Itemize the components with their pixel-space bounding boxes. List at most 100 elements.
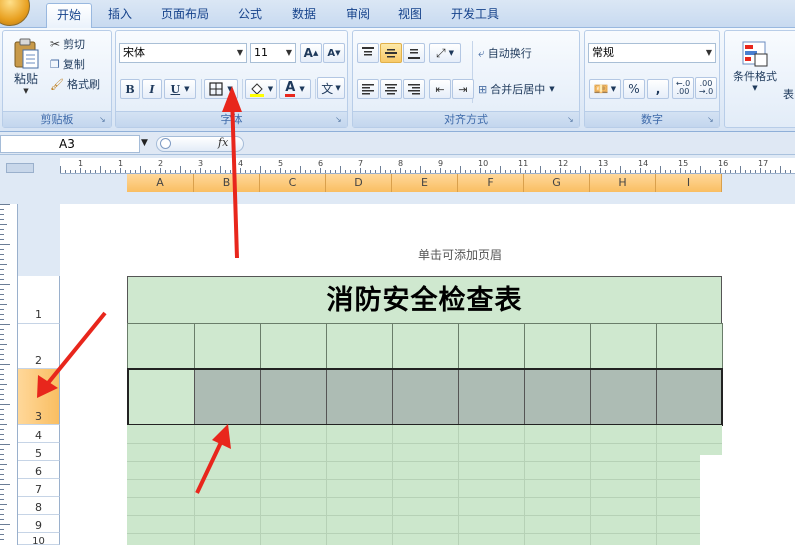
- tab-data[interactable]: 数据: [282, 3, 326, 28]
- selected-cell[interactable]: [326, 369, 393, 425]
- font-name-combo[interactable]: 宋体 ▼: [119, 43, 247, 63]
- cell-grid[interactable]: [127, 425, 722, 545]
- wrap-text-button[interactable]: ⤶ 自动换行: [477, 43, 577, 63]
- column-header-a[interactable]: A: [127, 174, 194, 192]
- selected-cell[interactable]: [656, 369, 723, 425]
- row-header-10[interactable]: 10: [18, 533, 60, 545]
- ruler-tick: [230, 170, 231, 173]
- row-header-4[interactable]: 4: [18, 425, 60, 443]
- ruler-tick: [0, 419, 4, 420]
- table-cell[interactable]: [392, 323, 459, 370]
- row-header-5[interactable]: 5: [18, 443, 60, 461]
- column-header-i[interactable]: I: [656, 174, 722, 192]
- tab-formulas[interactable]: 公式: [228, 3, 272, 28]
- column-header-h[interactable]: H: [590, 174, 656, 192]
- table-cell[interactable]: [590, 323, 657, 370]
- align-top-button[interactable]: [357, 43, 379, 63]
- selected-cell[interactable]: [458, 369, 525, 425]
- row-header-7[interactable]: 7: [18, 479, 60, 497]
- row-header-8[interactable]: 8: [18, 497, 60, 515]
- row-header-9[interactable]: 9: [18, 515, 60, 533]
- tab-home[interactable]: 开始: [46, 3, 92, 28]
- align-center-button[interactable]: [380, 79, 402, 99]
- row-header-6[interactable]: 6: [18, 461, 60, 479]
- column-header-f[interactable]: F: [458, 174, 524, 192]
- column-header-b[interactable]: B: [194, 174, 260, 192]
- chevron-down-icon: ▼: [184, 85, 190, 93]
- column-header-g[interactable]: G: [524, 174, 590, 192]
- orientation-button[interactable]: ⤢ ▼: [429, 43, 461, 63]
- tab-developer[interactable]: 开发工具: [442, 3, 508, 28]
- font-color-button[interactable]: A ▼: [279, 79, 311, 99]
- bold-button[interactable]: B: [120, 79, 140, 99]
- dialog-launcher-icon[interactable]: ↘: [707, 115, 716, 124]
- selected-cell[interactable]: [590, 369, 657, 425]
- office-button[interactable]: [0, 0, 30, 26]
- decrease-indent-button[interactable]: ⇤: [429, 79, 451, 99]
- font-size-combo[interactable]: 11 ▼: [250, 43, 296, 63]
- table-cell[interactable]: [194, 323, 261, 370]
- fill-color-button[interactable]: ▼: [245, 79, 277, 99]
- shrink-font-button[interactable]: A ▼: [323, 43, 345, 63]
- align-left-button[interactable]: [357, 79, 379, 99]
- table-cell[interactable]: [524, 323, 591, 370]
- grow-font-button[interactable]: A ▲: [300, 43, 322, 63]
- selected-cell[interactable]: [260, 369, 327, 425]
- insert-function-button[interactable]: fx: [218, 136, 228, 149]
- currency-button[interactable]: 💴 ▼: [589, 79, 621, 99]
- borders-button[interactable]: ▼: [204, 79, 238, 99]
- table-cell[interactable]: [127, 323, 195, 370]
- increase-decimal-button[interactable]: ←.0.00: [672, 77, 694, 99]
- increase-indent-button[interactable]: ⇥: [452, 79, 474, 99]
- row-header-2[interactable]: 2: [18, 324, 60, 369]
- row-header-1[interactable]: 1: [18, 276, 60, 324]
- selected-cell[interactable]: [194, 369, 261, 425]
- table-cell[interactable]: [260, 323, 327, 370]
- select-all-button[interactable]: [6, 163, 34, 173]
- ruler-number: 4: [238, 159, 244, 168]
- tab-insert[interactable]: 插入: [100, 3, 140, 28]
- dialog-launcher-icon[interactable]: ↘: [567, 115, 576, 124]
- italic-button[interactable]: I: [142, 79, 162, 99]
- row-header-3[interactable]: 3: [18, 369, 60, 425]
- format-painter-button[interactable]: 🖌 格式刷: [49, 75, 111, 93]
- tab-page-layout[interactable]: 页面布局: [152, 3, 218, 28]
- percent-button[interactable]: %: [623, 79, 645, 99]
- align-bottom-button[interactable]: [403, 43, 425, 63]
- ruler-tick: [445, 170, 446, 173]
- paste-button[interactable]: 粘贴 ▼: [7, 33, 45, 99]
- table-cell[interactable]: [326, 323, 393, 370]
- merge-center-button[interactable]: ⊞ 合并后居中 ▼: [477, 79, 579, 99]
- name-box[interactable]: A3: [0, 135, 140, 153]
- comma-button[interactable]: ,: [647, 79, 669, 99]
- copy-button[interactable]: ❐ 复制: [49, 55, 109, 73]
- align-middle-button[interactable]: [380, 43, 402, 63]
- header-placeholder[interactable]: 单击可添加页眉: [360, 246, 560, 263]
- conditional-format-button[interactable]: 条件格式 ▼: [727, 33, 783, 99]
- format-as-table-label[interactable]: 表: [783, 86, 794, 102]
- number-format-combo[interactable]: 常规 ▼: [588, 43, 716, 63]
- table-cell[interactable]: [127, 369, 195, 425]
- align-right-button[interactable]: [403, 79, 425, 99]
- tab-review[interactable]: 审阅: [336, 3, 380, 28]
- dialog-launcher-icon[interactable]: ↘: [99, 115, 108, 124]
- ruler-tick: [0, 334, 4, 335]
- table-cell[interactable]: [458, 323, 525, 370]
- ruler-tick: [0, 374, 4, 375]
- column-header-d[interactable]: D: [326, 174, 392, 192]
- dialog-launcher-icon[interactable]: ↘: [335, 115, 344, 124]
- column-header-c[interactable]: C: [260, 174, 326, 192]
- decrease-decimal-button[interactable]: .00 →.0: [695, 77, 717, 99]
- title-cell[interactable]: 消防安全检查表: [127, 276, 722, 324]
- selected-cell[interactable]: [524, 369, 591, 425]
- ruler-tick: [640, 168, 641, 173]
- chevron-down-icon[interactable]: ▼: [141, 138, 148, 148]
- cut-button[interactable]: ✂ 剪切: [49, 35, 109, 53]
- tab-view[interactable]: 视图: [388, 3, 432, 28]
- table-cell[interactable]: [656, 323, 723, 370]
- ruler-tick: [745, 170, 746, 173]
- phonetic-button[interactable]: 文 ▼: [317, 77, 345, 99]
- underline-button[interactable]: U ▼: [164, 79, 196, 99]
- selected-cell[interactable]: [392, 369, 459, 425]
- column-header-e[interactable]: E: [392, 174, 458, 192]
